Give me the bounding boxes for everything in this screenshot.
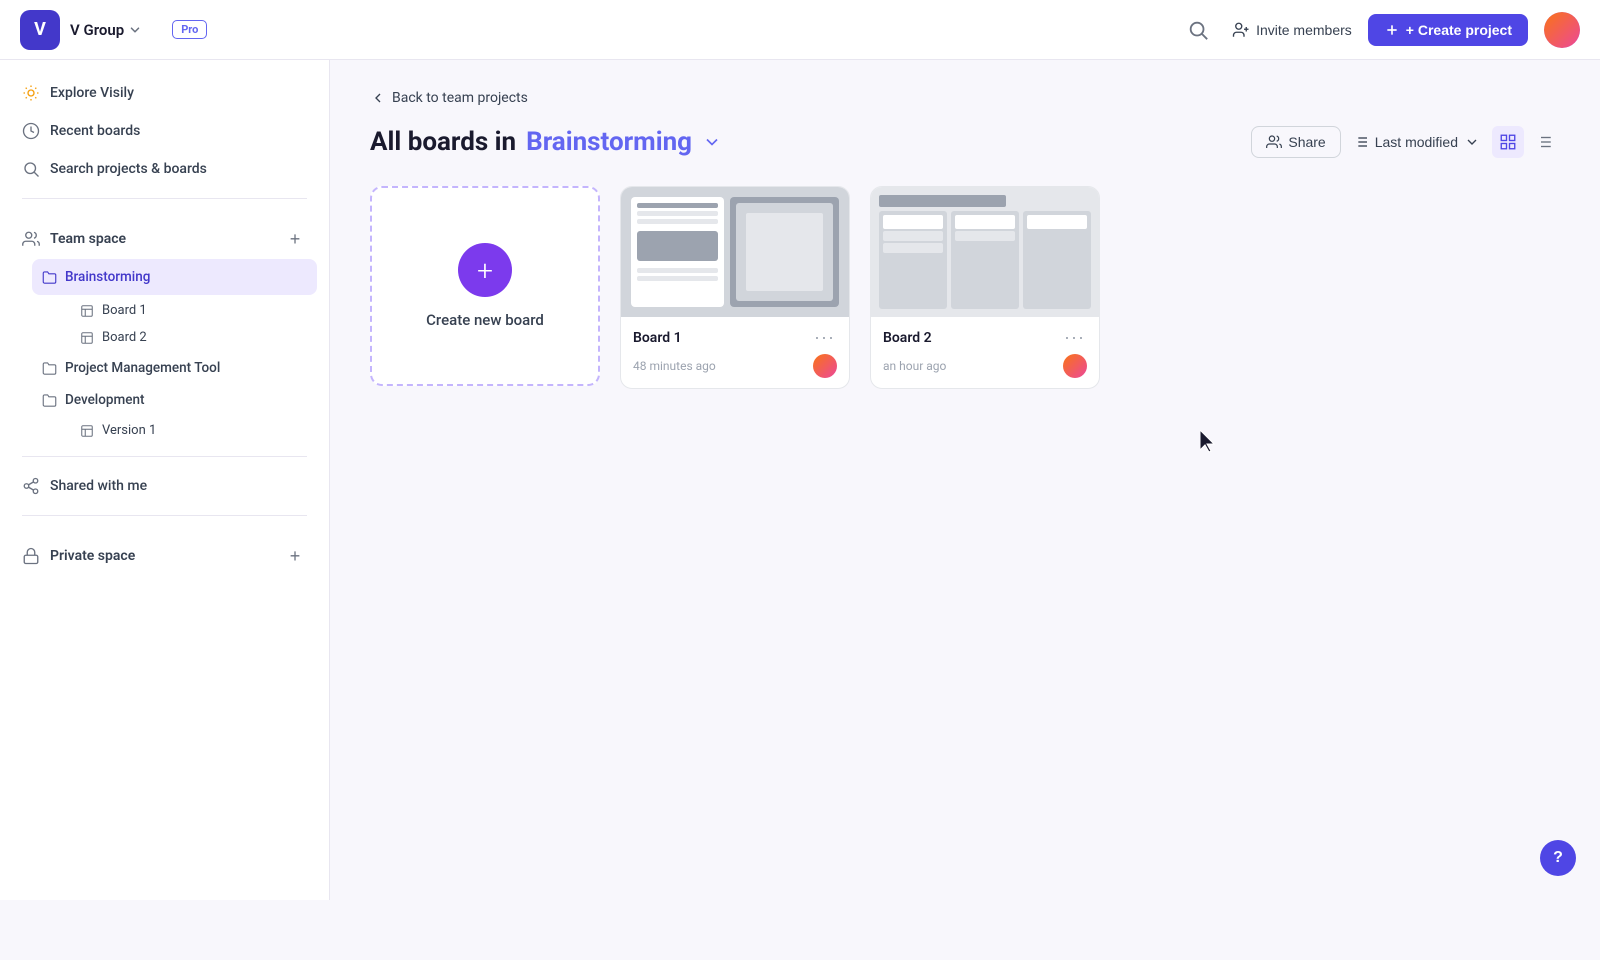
sidebar-item-search[interactable]: Search projects & boards <box>12 152 317 186</box>
grid-icon <box>1499 133 1517 151</box>
team-icon <box>22 230 40 248</box>
private-add-button[interactable]: + <box>283 544 307 568</box>
sidebar-item-recent[interactable]: Recent boards <box>12 114 317 148</box>
development-children: Version 1 <box>32 417 317 444</box>
lock-icon <box>22 547 40 565</box>
sidebar-divider-2 <box>22 456 307 457</box>
team-add-button[interactable]: + <box>283 227 307 251</box>
sidebar-item-version1[interactable]: Version 1 <box>70 417 317 444</box>
sidebar-divider-1 <box>22 198 307 199</box>
logo[interactable]: V <box>20 10 60 50</box>
sidebar-item-brainstorming[interactable]: Brainstorming ··· <box>32 259 317 295</box>
project-title-dropdown[interactable] <box>702 132 722 152</box>
sort-button[interactable]: Last modified <box>1353 134 1480 150</box>
chevron-down-icon <box>128 23 142 37</box>
sidebar-item-shared[interactable]: Shared with me <box>12 469 317 503</box>
sidebar-section-private: Private space + <box>12 536 317 576</box>
back-link[interactable]: Back to team projects <box>370 90 528 106</box>
share-icon <box>22 477 40 495</box>
search-icon <box>1187 19 1209 41</box>
create-board-card[interactable]: + Create new board <box>370 186 600 386</box>
plus-icon <box>1384 22 1400 38</box>
board-card-1[interactable]: Board 1 ··· 48 minutes ago <box>620 186 850 389</box>
sidebar-team-header[interactable]: Team space + <box>12 219 317 259</box>
share-btn-icon <box>1266 134 1282 150</box>
avatar[interactable] <box>1544 12 1580 48</box>
create-project-button[interactable]: + Create project <box>1368 14 1528 46</box>
board-thumbnail-1 <box>621 187 849 317</box>
list-view-button[interactable] <box>1528 126 1560 158</box>
folder-open-icon <box>42 270 57 285</box>
topbar-right: Invite members + Create project <box>1180 12 1580 48</box>
layout: Explore Visily Recent boards Search proj… <box>0 60 1600 900</box>
sidebar-item-explore[interactable]: Explore Visily <box>12 76 317 110</box>
sidebar-section-team: Team space + Brainstorming ··· Board 1 <box>12 219 317 444</box>
board1-avatar <box>813 354 837 378</box>
sidebar-divider-3 <box>22 515 307 516</box>
clock-icon <box>22 122 40 140</box>
board1-more-button[interactable]: ··· <box>812 327 837 348</box>
search-sidebar-icon <box>22 160 40 178</box>
board-icon-2 <box>80 331 94 345</box>
page-title: All boards in Brainstorming <box>370 127 722 157</box>
board-thumbnail-2 <box>871 187 1099 317</box>
topbar-left: V V Group Pro <box>20 10 207 50</box>
board-icon-v1 <box>80 424 94 438</box>
pro-badge: Pro <box>172 20 207 39</box>
sidebar-private-label: Private space <box>22 547 135 565</box>
explore-icon <box>22 84 40 102</box>
topbar: V V Group Pro Invite members + Create pr… <box>0 0 1600 60</box>
user-plus-icon <box>1232 21 1250 39</box>
sidebar-item-board1[interactable]: Board 1 <box>70 297 317 324</box>
board-meta-1: 48 minutes ago <box>633 354 837 378</box>
brainstorming-children: Board 1 Board 2 <box>32 297 317 351</box>
sort-icon <box>1353 134 1369 150</box>
boards-grid: + Create new board <box>370 186 1560 389</box>
board-meta-2: an hour ago <box>883 354 1087 378</box>
share-button[interactable]: Share <box>1251 126 1340 158</box>
folder-icon-mgmt <box>42 361 57 376</box>
sidebar-item-project-mgmt[interactable]: Project Management Tool <box>32 353 317 383</box>
list-icon <box>1535 133 1553 151</box>
page-header: All boards in Brainstorming Share Last m… <box>370 126 1560 158</box>
invite-members-button[interactable]: Invite members <box>1232 21 1352 39</box>
search-button[interactable] <box>1180 12 1216 48</box>
view-toggle <box>1492 126 1560 158</box>
sidebar: Explore Visily Recent boards Search proj… <box>0 60 330 900</box>
board-card-2[interactable]: Board 2 ··· an hour ago <box>870 186 1100 389</box>
board-icon-1 <box>80 304 94 318</box>
org-name-button[interactable]: V Group <box>70 21 142 39</box>
board2-avatar <box>1063 354 1087 378</box>
sidebar-private-header[interactable]: Private space + <box>12 536 317 576</box>
create-plus-button[interactable]: + <box>458 243 512 297</box>
sidebar-team-children: Brainstorming ··· Board 1 Board 2 <box>12 259 317 444</box>
back-arrow-icon <box>370 90 386 106</box>
board-info-2: Board 2 ··· an hour ago <box>871 317 1099 388</box>
avatar-image <box>1544 12 1580 48</box>
header-actions: Share Last modified <box>1251 126 1560 158</box>
sidebar-item-development[interactable]: Development <box>32 385 317 415</box>
help-button[interactable]: ? <box>1540 840 1576 876</box>
sidebar-item-board2[interactable]: Board 2 <box>70 324 317 351</box>
sort-chevron-icon <box>1464 134 1480 150</box>
board2-more-button[interactable]: ··· <box>1062 327 1087 348</box>
board-info-1: Board 1 ··· 48 minutes ago <box>621 317 849 388</box>
main-content: Back to team projects All boards in Brai… <box>330 60 1600 900</box>
title-chevron-icon <box>702 132 722 152</box>
folder-icon-dev <box>42 393 57 408</box>
grid-view-button[interactable] <box>1492 126 1524 158</box>
sidebar-team-label: Team space <box>22 230 126 248</box>
